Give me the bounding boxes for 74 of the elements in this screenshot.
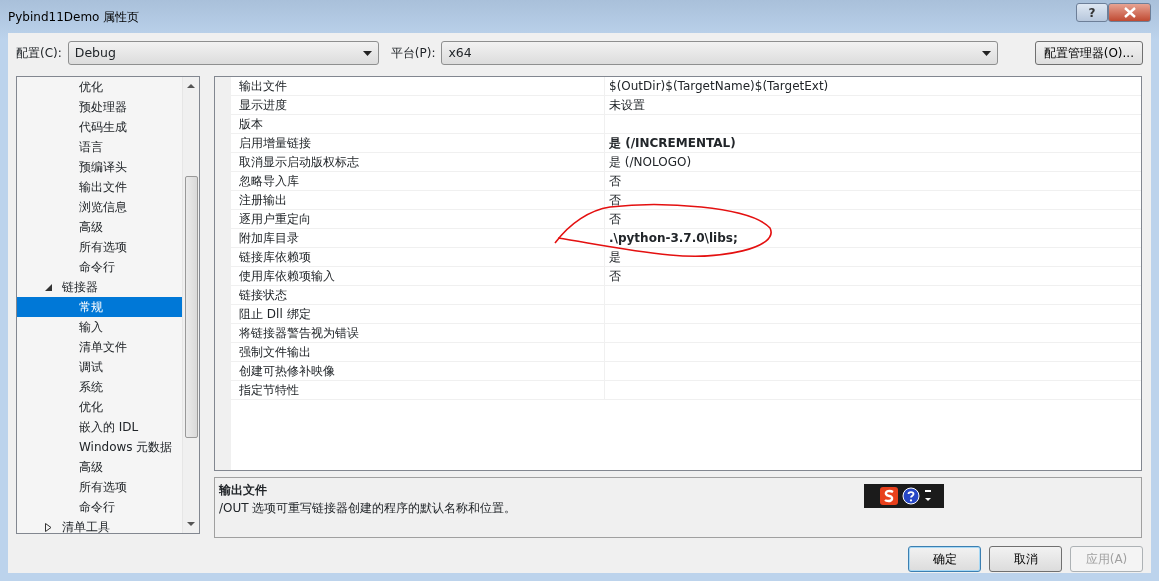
tree-item[interactable]: 语言 <box>17 137 182 157</box>
scroll-down-icon[interactable] <box>187 521 195 527</box>
tree-item[interactable]: 输出文件 <box>17 177 182 197</box>
tree-item[interactable]: 清单工具 <box>17 517 182 533</box>
description-title: 输出文件 <box>219 482 267 499</box>
tree-item[interactable]: 命令行 <box>17 257 182 277</box>
property-value[interactable]: $(OutDir)$(TargetName)$(TargetExt) <box>605 77 1141 95</box>
tree-item[interactable]: 系统 <box>17 377 182 397</box>
property-name[interactable]: 版本 <box>231 115 605 133</box>
help-icon[interactable] <box>902 487 920 505</box>
description-text: /OUT 选项可重写链接器创建的程序的默认名称和位置。 <box>219 500 518 517</box>
tree-item[interactable]: 高级 <box>17 457 182 477</box>
tree-item[interactable]: 清单文件 <box>17 337 182 357</box>
expand-icon[interactable] <box>45 522 52 532</box>
tree-item[interactable]: 优化 <box>17 397 182 417</box>
ime-toolbar[interactable] <box>864 484 944 508</box>
property-name[interactable]: 显示进度 <box>231 96 605 114</box>
tree-item[interactable]: 常规 <box>17 297 182 317</box>
property-name[interactable]: 逐用户重定向 <box>231 210 605 228</box>
close-button[interactable] <box>1108 3 1151 22</box>
property-value[interactable]: 否 <box>605 172 1141 190</box>
property-name[interactable]: 创建可热修补映像 <box>231 362 605 380</box>
platform-dropdown[interactable]: x64 <box>441 41 999 65</box>
dialog-button[interactable]: 确定 <box>908 546 981 572</box>
property-value[interactable]: 是 <box>605 248 1141 266</box>
property-value[interactable]: .\python-3.7.0\libs; <box>605 229 1141 247</box>
property-name[interactable]: 链接状态 <box>231 286 605 304</box>
tree-item[interactable]: 代码生成 <box>17 117 182 137</box>
property-name[interactable]: 输出文件 <box>231 77 605 95</box>
property-name[interactable]: 使用库依赖项输入 <box>231 267 605 285</box>
property-name[interactable]: 取消显示启动版权标志 <box>231 153 605 171</box>
tree-item[interactable]: 调试 <box>17 357 182 377</box>
property-name[interactable]: 将链接器警告视为错误 <box>231 324 605 342</box>
property-name[interactable]: 注册输出 <box>231 191 605 209</box>
scrollbar[interactable] <box>182 77 199 533</box>
property-name[interactable]: 链接库依赖项 <box>231 248 605 266</box>
close-icon <box>1122 7 1137 18</box>
tree-item[interactable]: Windows 元数据 <box>17 437 182 457</box>
tree-item[interactable]: 预编译头 <box>17 157 182 177</box>
dropdown-arrow-icon <box>982 50 992 56</box>
tree-item[interactable]: 高级 <box>17 217 182 237</box>
property-name[interactable]: 启用增量链接 <box>231 134 605 152</box>
tree-item[interactable]: 浏览信息 <box>17 197 182 217</box>
collapse-icon[interactable] <box>45 283 52 291</box>
property-value[interactable]: 是 (/INCREMENTAL) <box>605 134 1141 152</box>
property-name[interactable]: 强制文件输出 <box>231 343 605 361</box>
property-name[interactable]: 忽略导入库 <box>231 172 605 190</box>
tree-item[interactable]: 所有选项 <box>17 237 182 257</box>
scroll-up-icon[interactable] <box>187 83 195 89</box>
config-label: 配置(C): <box>16 45 62 62</box>
property-name[interactable]: 阻止 Dll 绑定 <box>231 305 605 323</box>
config-manager-button[interactable]: 配置管理器(O)... <box>1034 41 1143 65</box>
tree-item[interactable]: 所有选项 <box>17 477 182 497</box>
tree-item[interactable]: 命令行 <box>17 497 182 517</box>
property-value[interactable]: 否 <box>605 210 1141 228</box>
property-name[interactable]: 附加库目录 <box>231 229 605 247</box>
help-button[interactable]: ? <box>1076 3 1108 22</box>
tree-item[interactable]: 预处理器 <box>17 97 182 117</box>
property-value[interactable]: 是 (/NOLOGO) <box>605 153 1141 171</box>
property-value[interactable]: 否 <box>605 191 1141 209</box>
tree-item[interactable]: 输入 <box>17 317 182 337</box>
logo-icon[interactable] <box>880 487 898 505</box>
tree-item[interactable]: 嵌入的 IDL <box>17 417 182 437</box>
property-value[interactable]: 未设置 <box>605 96 1141 114</box>
window-title: Pybind11Demo 属性页 <box>8 8 140 26</box>
property-value[interactable]: 否 <box>605 267 1141 285</box>
config-dropdown[interactable]: Debug <box>67 41 379 65</box>
dropdown-arrow-icon <box>362 50 372 56</box>
platform-label: 平台(P): <box>390 45 436 62</box>
property-name[interactable]: 指定节特性 <box>231 381 605 399</box>
tree-item[interactable]: 优化 <box>17 77 182 97</box>
tree-item[interactable]: 链接器 <box>17 277 182 297</box>
dialog-button[interactable]: 取消 <box>989 546 1062 572</box>
menu-icon[interactable] <box>924 488 932 504</box>
